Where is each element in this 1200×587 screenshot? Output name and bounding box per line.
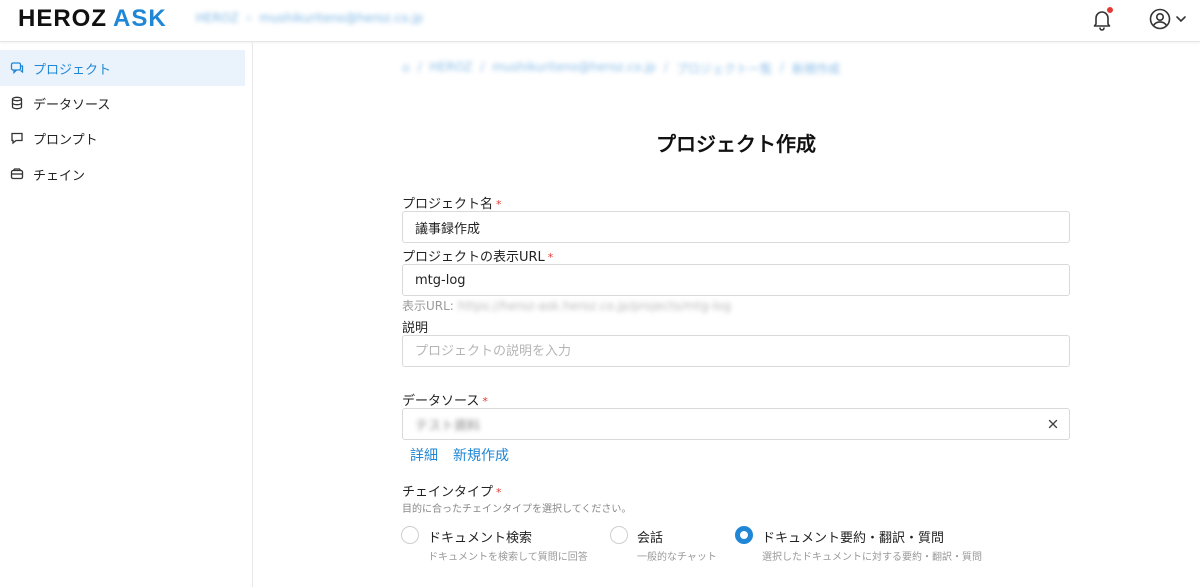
user-menu-button[interactable] <box>1148 6 1192 32</box>
project-name-input[interactable] <box>402 211 1070 243</box>
project-url-input[interactable] <box>402 264 1070 296</box>
breadcrumb: ⌂ / HEROZ / mushikuriteno@heroz.co.jp / … <box>402 60 841 76</box>
datasource-detail-link[interactable]: 詳細 <box>410 445 438 465</box>
datasource-label: データソース * <box>402 394 488 409</box>
url-preview: 表示URL: https://heroz-ask.heroz.co.jp/proj… <box>402 299 732 313</box>
user-avatar-icon <box>1149 8 1171 30</box>
chain-icon <box>10 167 24 181</box>
tenant-selector[interactable]: HEROZ › mushikuriteno@heroz.co.jp <box>196 11 423 25</box>
sidebar: プロジェクト データソース プロンプト チェイン <box>0 42 253 587</box>
top-header: HEROZ ASK HEROZ › mushikuriteno@heroz.co.… <box>0 0 1200 42</box>
sidebar-item-chain[interactable]: チェイン <box>0 156 245 192</box>
datasource-select[interactable]: テスト資料 <box>402 408 1070 440</box>
description-label: 説明 <box>402 321 429 336</box>
chevron-down-icon <box>1176 16 1186 23</box>
project-name-label: プロジェクト名 * <box>402 197 502 212</box>
project-icon <box>10 61 24 75</box>
description-input[interactable] <box>402 335 1070 367</box>
radio-button[interactable] <box>401 526 419 544</box>
radio-button[interactable] <box>610 526 628 544</box>
project-url-label: プロジェクトの表示URL * <box>402 250 554 265</box>
page-title: プロジェクト作成 <box>656 132 816 156</box>
datasource-new-link[interactable]: 新規作成 <box>453 445 509 465</box>
chain-type-helper: 目的に合ったチェインタイプを選択してください。 <box>402 504 632 515</box>
prompt-icon <box>10 131 24 145</box>
heroz-ask-logo[interactable]: HEROZ ASK <box>18 7 167 31</box>
sidebar-item-datasource[interactable]: データソース <box>0 85 245 121</box>
radio-button-selected[interactable] <box>735 526 753 544</box>
clear-icon[interactable] <box>1046 417 1060 431</box>
chain-type-label: チェインタイプ * <box>402 485 502 500</box>
notification-badge <box>1106 6 1114 14</box>
sidebar-item-prompt[interactable]: プロンプト <box>0 120 245 156</box>
sidebar-item-project[interactable]: プロジェクト <box>0 50 245 86</box>
home-icon[interactable]: ⌂ <box>402 60 410 76</box>
database-icon <box>10 96 24 110</box>
